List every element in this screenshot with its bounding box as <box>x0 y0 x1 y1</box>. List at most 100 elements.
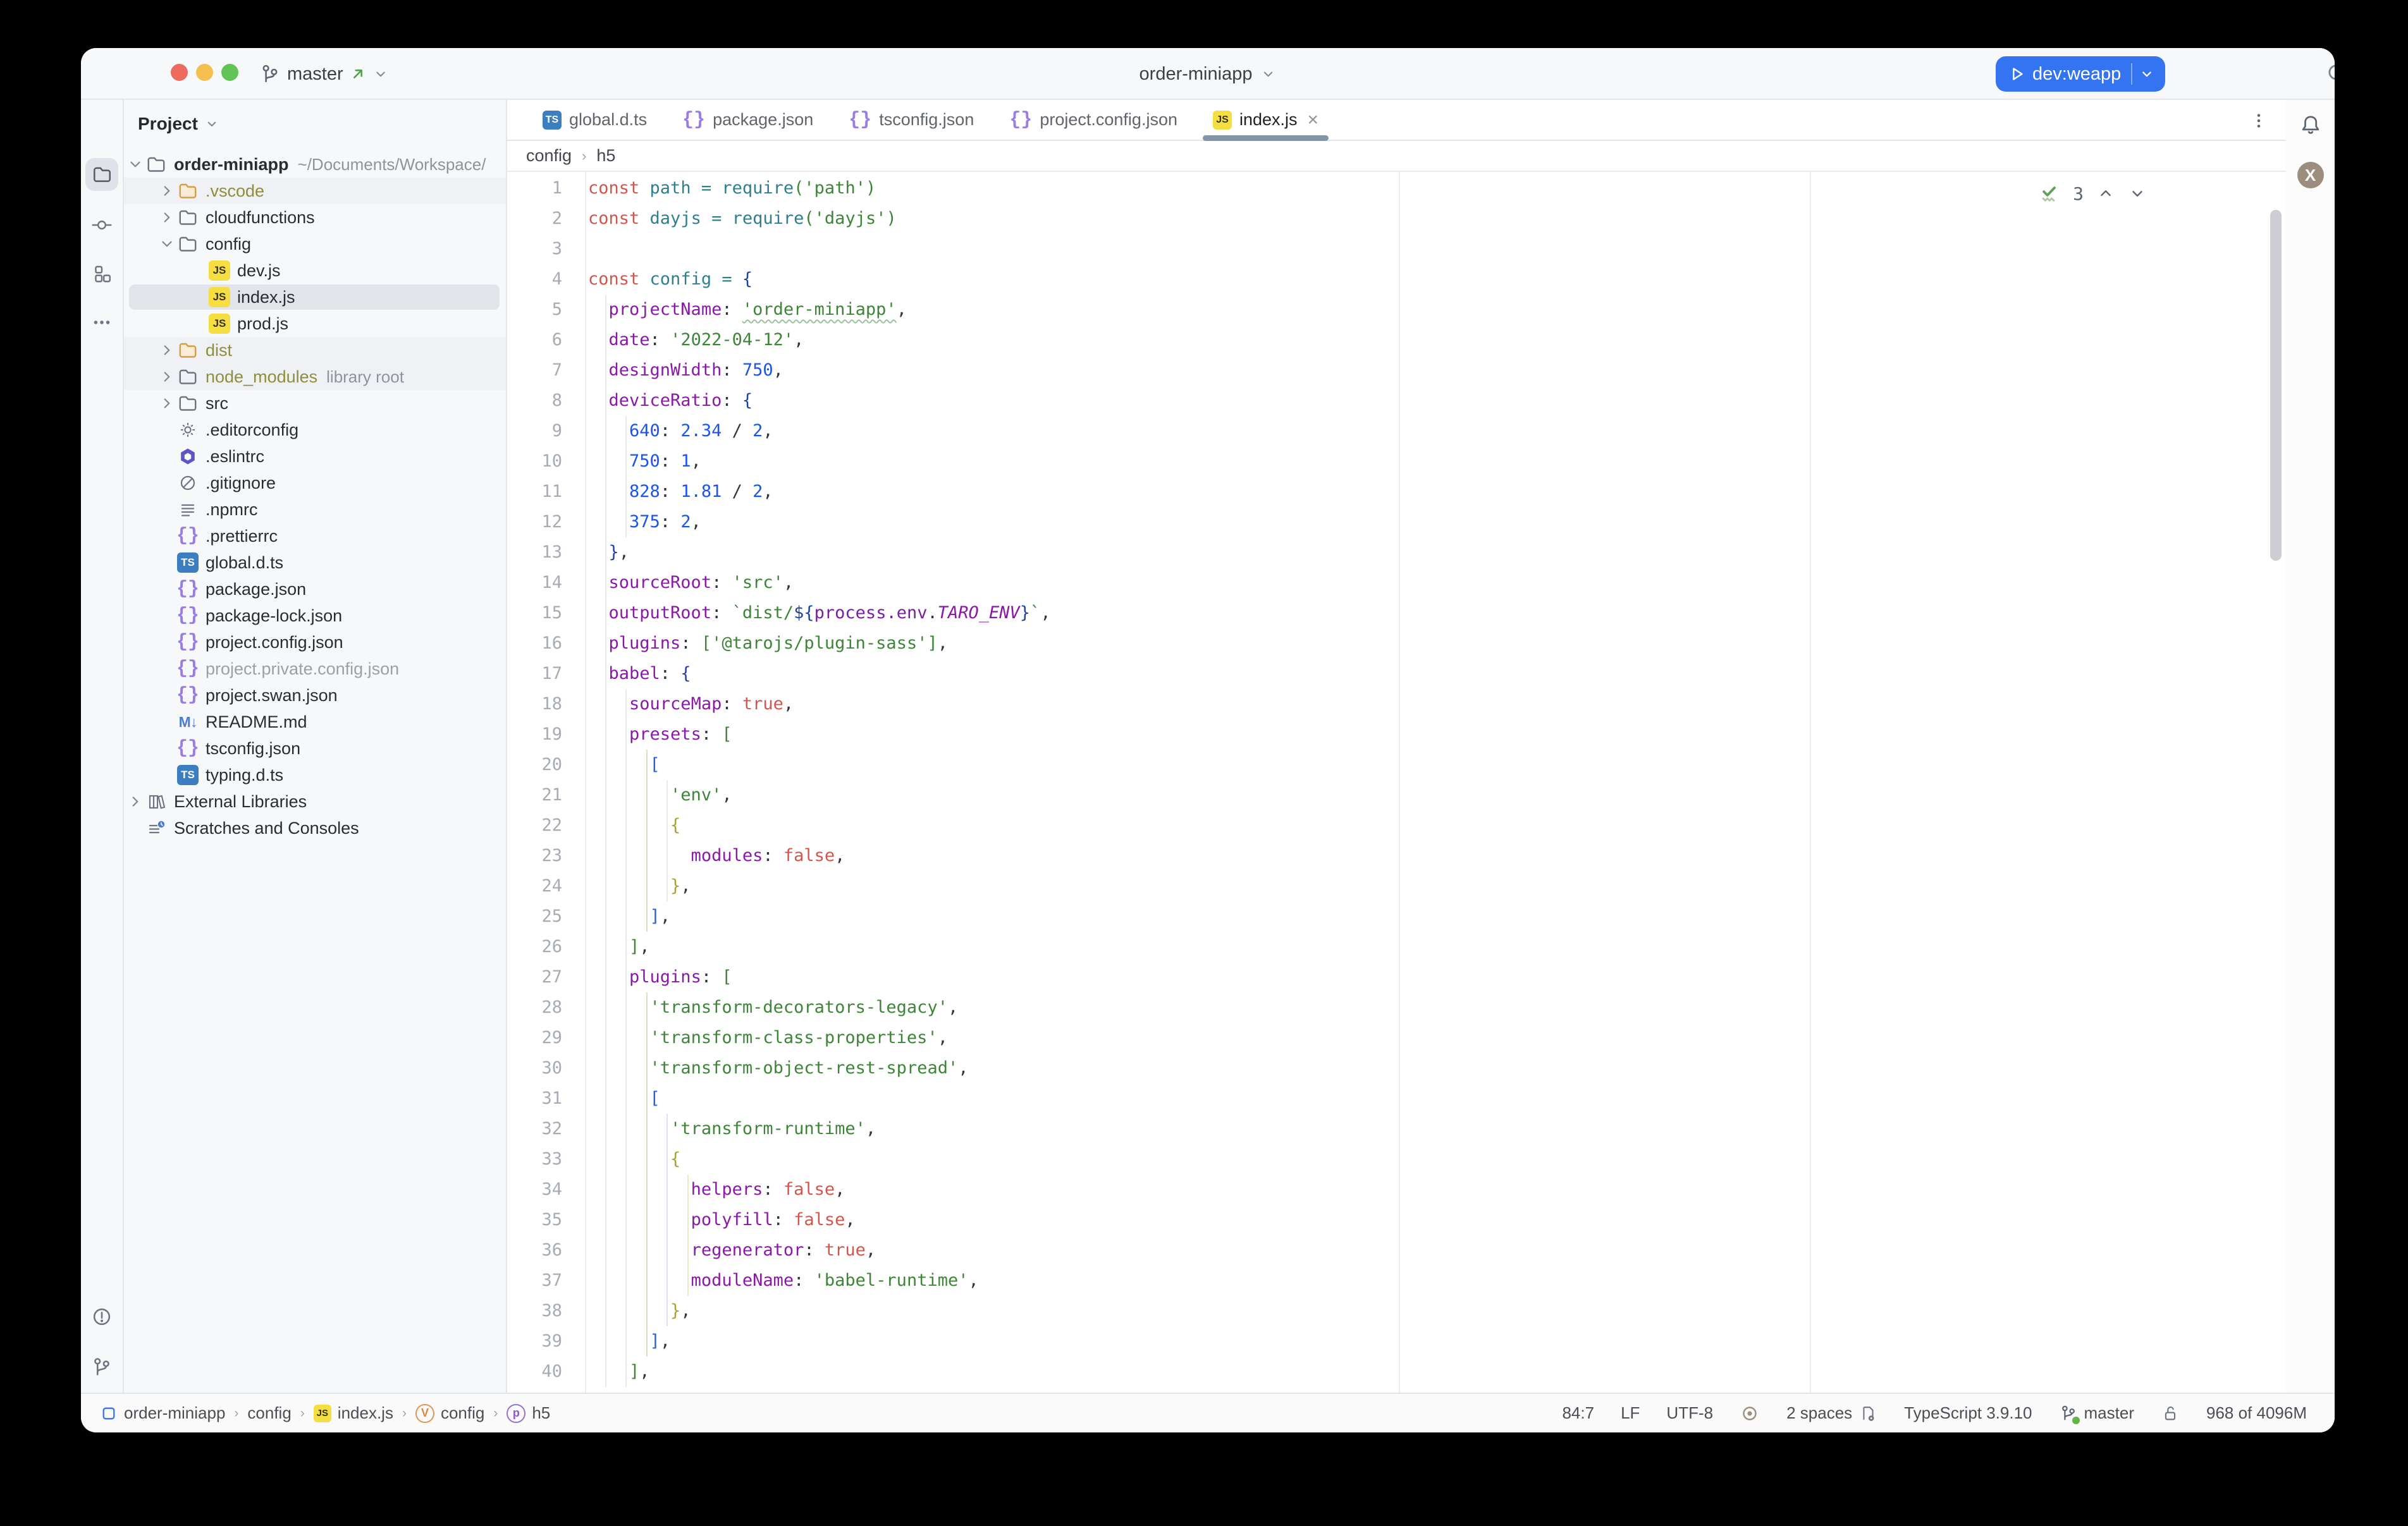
tree-item-.eslintrc[interactable]: .eslintrc <box>124 443 506 470</box>
memory-indicator-widget[interactable]: 968 of 4096M <box>2206 1403 2307 1423</box>
git-branch-widget[interactable]: master <box>259 48 389 100</box>
tree-item-index.js[interactable]: JSindex.js <box>124 284 506 310</box>
close-icon[interactable]: × <box>1308 111 1319 130</box>
line-number[interactable]: 24 <box>507 871 585 901</box>
prev-problem-chevron[interactable] <box>2096 184 2115 203</box>
line-number[interactable]: 34 <box>507 1175 585 1205</box>
chevron-right-icon[interactable] <box>125 791 145 812</box>
tree-item-order-miniapp[interactable]: order-miniapp~/Documents/Workspace/ <box>124 151 506 178</box>
chevron-down-icon[interactable] <box>157 234 177 254</box>
line-number[interactable]: 19 <box>507 719 585 750</box>
tab-options-kebab-icon[interactable] <box>2249 100 2268 141</box>
tree-item-.prettierrc[interactable]: {}.prettierrc <box>124 523 506 549</box>
line-number[interactable]: 7 <box>507 355 585 386</box>
line-number[interactable]: 17 <box>507 659 585 689</box>
tree-item-package-lock.json[interactable]: {}package-lock.json <box>124 602 506 629</box>
chevron-right-icon[interactable] <box>157 367 177 387</box>
line-number[interactable]: 15 <box>507 598 585 628</box>
status-breadcrumb-index.js[interactable]: JSindex.js <box>314 1403 393 1423</box>
status-breadcrumb-config[interactable]: Vconfig <box>415 1403 484 1423</box>
line-number[interactable]: 3 <box>507 234 585 264</box>
status-breadcrumb-order-miniapp[interactable]: order-miniapp <box>100 1403 225 1423</box>
line-number[interactable]: 37 <box>507 1266 585 1296</box>
tree-item-node_modules[interactable]: node_moduleslibrary root <box>124 363 506 390</box>
language-version-widget[interactable]: TypeScript 3.9.10 <box>1904 1403 2032 1423</box>
line-number[interactable]: 16 <box>507 628 585 659</box>
line-number[interactable]: 10 <box>507 446 585 477</box>
line-number[interactable]: 18 <box>507 689 585 719</box>
chevron-right-icon[interactable] <box>157 340 177 360</box>
tree-item-dist[interactable]: dist <box>124 337 506 363</box>
line-number[interactable]: 14 <box>507 568 585 598</box>
project-panel-header[interactable]: Project <box>138 114 219 134</box>
line-number[interactable]: 32 <box>507 1114 585 1144</box>
tree-item-.editorconfig[interactable]: .editorconfig <box>124 417 506 443</box>
code-editor[interactable]: 1const path = require('path')2const dayj… <box>507 172 2286 1393</box>
tree-item-dev.js[interactable]: JSdev.js <box>124 257 506 284</box>
structure-tool-button[interactable] <box>85 257 118 290</box>
line-number[interactable]: 35 <box>507 1205 585 1235</box>
tree-item-config[interactable]: config <box>124 231 506 257</box>
line-number[interactable]: 27 <box>507 962 585 992</box>
line-number[interactable]: 4 <box>507 264 585 295</box>
line-number[interactable]: 26 <box>507 932 585 962</box>
line-number[interactable]: 20 <box>507 750 585 780</box>
line-number[interactable]: 2 <box>507 204 585 234</box>
problems-tool-button[interactable] <box>85 1300 118 1333</box>
tree-item-prod.js[interactable]: JSprod.js <box>124 310 506 337</box>
line-number[interactable]: 40 <box>507 1357 585 1387</box>
search-everywhere-button[interactable] <box>2325 61 2335 87</box>
line-number[interactable]: 21 <box>507 780 585 810</box>
highlighting-level-icon[interactable] <box>1740 1403 1760 1424</box>
breadcrumb-config[interactable]: config <box>526 146 572 166</box>
plugin-avatar-icon[interactable]: X <box>2297 162 2324 188</box>
tree-item-tsconfig.json[interactable]: {}tsconfig.json <box>124 735 506 762</box>
line-number[interactable]: 36 <box>507 1235 585 1266</box>
line-number[interactable]: 29 <box>507 1023 585 1053</box>
line-number[interactable]: 6 <box>507 325 585 355</box>
line-number[interactable]: 38 <box>507 1296 585 1326</box>
tree-item-typing.d.ts[interactable]: TStyping.d.ts <box>124 762 506 788</box>
breadcrumb-h5[interactable]: h5 <box>596 146 615 166</box>
line-number[interactable]: 31 <box>507 1083 585 1114</box>
line-number[interactable]: 1 <box>507 173 585 204</box>
git-tool-button[interactable] <box>85 1351 118 1384</box>
tree-item-README.md[interactable]: M↓README.md <box>124 709 506 735</box>
notifications-bell-button[interactable] <box>2298 113 2323 138</box>
line-number[interactable]: 28 <box>507 992 585 1023</box>
project-tool-button[interactable] <box>85 158 118 191</box>
zoom-window-button[interactable] <box>221 64 238 81</box>
inspections-widget[interactable]: 3 <box>2037 182 2147 205</box>
tab-index.js[interactable]: JSindex.js× <box>1195 100 1336 140</box>
commit-tool-button[interactable] <box>85 209 118 241</box>
cursor-position-widget[interactable]: 84:7 <box>1562 1403 1594 1423</box>
line-number[interactable]: 13 <box>507 537 585 568</box>
next-problem-chevron[interactable] <box>2128 184 2147 203</box>
tab-project.config.json[interactable]: {}project.config.json <box>992 100 1195 140</box>
tree-item-global.d.ts[interactable]: TSglobal.d.ts <box>124 549 506 576</box>
tab-global.d.ts[interactable]: TSglobal.d.ts <box>525 100 665 140</box>
tree-item-src[interactable]: src <box>124 390 506 417</box>
indent-widget[interactable]: 2 spaces <box>1786 1403 1877 1423</box>
git-branch-status-widget[interactable]: master <box>2059 1403 2134 1423</box>
line-number[interactable]: 25 <box>507 901 585 932</box>
run-options-chevron[interactable] <box>2132 66 2161 82</box>
tree-item-.vscode[interactable]: .vscode <box>124 178 506 204</box>
more-tools-button[interactable] <box>85 306 118 339</box>
tree-item-External Libraries[interactable]: External Libraries <box>124 788 506 815</box>
tree-item-project.swan.json[interactable]: {}project.swan.json <box>124 682 506 709</box>
line-number[interactable]: 22 <box>507 810 585 841</box>
line-number[interactable]: 9 <box>507 416 585 446</box>
tree-item-package.json[interactable]: {}package.json <box>124 576 506 602</box>
tree-item-Scratches and Consoles[interactable]: Scratches and Consoles <box>124 815 506 841</box>
tree-item-cloudfunctions[interactable]: cloudfunctions <box>124 204 506 231</box>
chevron-right-icon[interactable] <box>157 207 177 228</box>
line-number[interactable]: 23 <box>507 841 585 871</box>
lock-widget[interactable] <box>2161 1404 2180 1423</box>
encoding-widget[interactable]: UTF-8 <box>1666 1403 1713 1423</box>
line-ending-widget[interactable]: LF <box>1621 1403 1640 1423</box>
editor-scrollbar[interactable] <box>2270 210 2282 561</box>
tree-item-project.private.config.json[interactable]: {}project.private.config.json <box>124 656 506 682</box>
line-number[interactable]: 11 <box>507 477 585 507</box>
tab-package.json[interactable]: {}package.json <box>665 100 831 140</box>
